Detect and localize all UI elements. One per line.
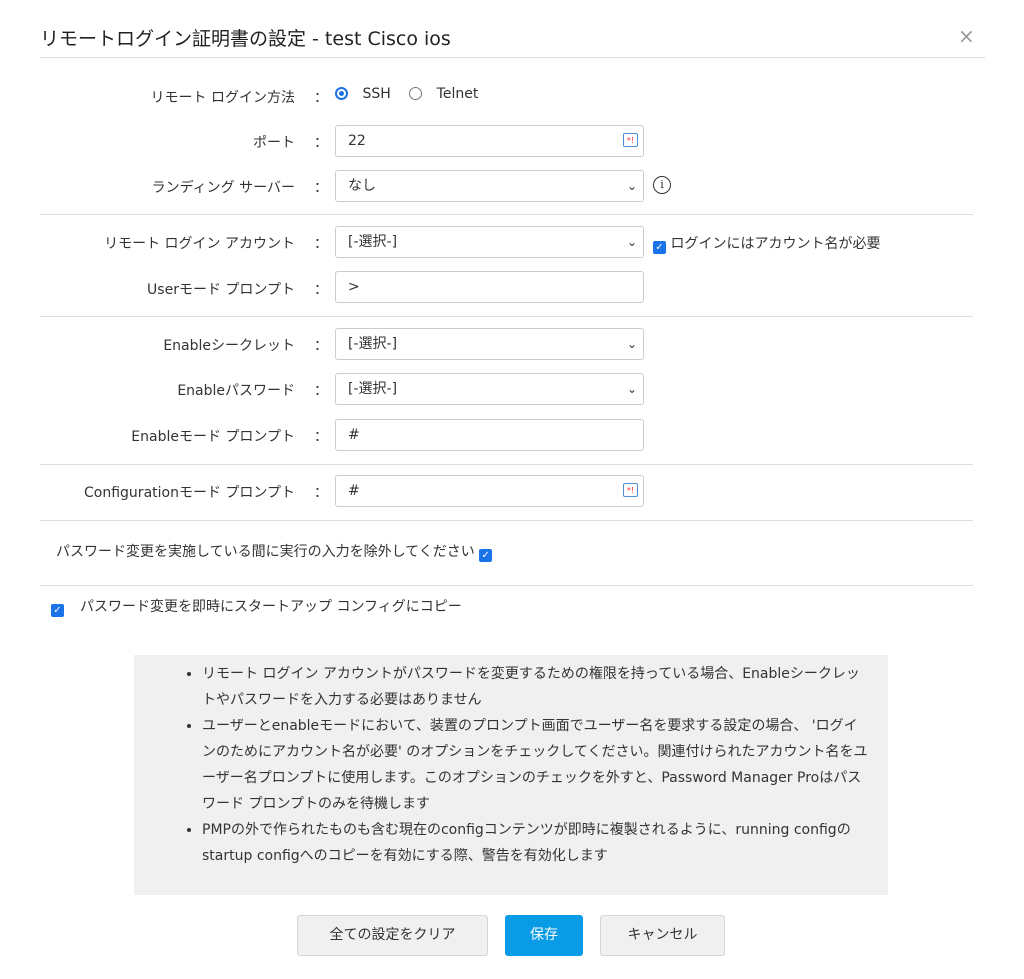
colon: ： [314,485,328,501]
copy-startup-checkbox[interactable]: ✓ [51,604,64,617]
config-prompt-value: # [348,483,360,499]
password-generator-icon[interactable]: *! [623,133,638,147]
secret-select[interactable]: [-選択-] ⌄ [335,328,644,360]
divider [40,316,973,317]
enable-prompt-value: # [348,427,360,443]
login-method-label: リモート ログイン方法 [150,90,295,106]
chevron-down-icon: ⌄ [626,235,637,249]
radio-ssh[interactable] [335,87,348,100]
user-prompt-input[interactable]: > [335,271,644,303]
copy-startup-label: パスワード変更を即時にスタートアップ コンフィグにコピー [80,599,462,615]
colon: ： [314,429,328,445]
colon: ： [314,383,328,399]
notes-box: リモート ログイン アカウントがパスワードを変更するための権限を持っている場合、… [134,655,888,895]
secret-label: Enableシークレット [163,338,295,354]
enable-password-label: Enableパスワード [177,383,295,399]
colon: ： [314,338,328,354]
port-value: 22 [348,133,366,149]
enable-prompt-input[interactable]: # [335,419,644,451]
port-input[interactable]: 22 *! [335,125,644,157]
note-item: ユーザーとenableモードにおいて、装置のプロンプト画面でユーザー名を要求する… [202,713,868,817]
secret-value: [-選択-] [348,336,398,352]
divider [40,464,973,465]
require-account-label: ログインにはアカウント名が必要 [670,236,881,252]
note-item: PMPの外で作られたものも含む現在のconfigコンテンツが即時に複製されるよう… [202,817,868,869]
login-method-radios: SSH Telnet [335,86,478,102]
landing-server-select[interactable]: なし ⌄ [335,170,644,202]
colon: ： [314,282,328,298]
radio-telnet-label[interactable]: Telnet [437,86,479,102]
user-prompt-value: > [348,279,360,295]
require-account-name: ✓ ログインにはアカウント名が必要 [653,233,880,254]
enable-password-value: [-選択-] [348,381,398,397]
exclude-input-checkbox[interactable]: ✓ [479,549,493,562]
copy-startup-option: ✓ パスワード変更を即時にスタートアップ コンフィグにコピー [51,596,462,617]
require-account-checkbox[interactable]: ✓ [653,241,666,254]
save-button[interactable]: 保存 [505,915,583,956]
config-prompt-label: Configurationモード プロンプト [84,485,295,501]
exclude-input-option: パスワード変更を実施している間に実行の入力を除外してください ✓ [56,541,493,562]
exclude-input-label: パスワード変更を実施している間に実行の入力を除外してください [56,544,475,560]
divider [40,520,973,521]
colon: ： [314,90,328,106]
colon: ： [314,236,328,252]
dialog-title: リモートログイン証明書の設定 - test Cisco ios [40,28,451,50]
close-icon[interactable]: × [958,24,975,48]
user-prompt-label: Userモード プロンプト [147,282,295,298]
port-label: ポート [253,135,295,151]
landing-server-value: なし [348,178,376,194]
radio-ssh-label[interactable]: SSH [362,86,390,102]
radio-telnet[interactable] [409,87,423,100]
account-label: リモート ログイン アカウント [104,236,295,252]
colon: ： [314,135,328,151]
clear-all-button[interactable]: 全ての設定をクリア [297,915,488,956]
divider [40,585,973,586]
account-value: [-選択-] [348,234,398,250]
divider [40,57,985,58]
landing-server-label: ランディング サーバー [151,180,295,196]
chevron-down-icon: ⌄ [626,337,637,351]
enable-password-select[interactable]: [-選択-] ⌄ [335,373,644,405]
enable-prompt-label: Enableモード プロンプト [131,429,295,445]
cancel-button[interactable]: キャンセル [600,915,725,956]
note-item: リモート ログイン アカウントがパスワードを変更するための権限を持っている場合、… [202,661,868,713]
divider [40,214,973,215]
config-prompt-input[interactable]: # *! [335,475,644,507]
account-select[interactable]: [-選択-] ⌄ [335,226,644,258]
chevron-down-icon: ⌄ [626,382,637,396]
password-generator-icon[interactable]: *! [623,483,638,497]
chevron-down-icon: ⌄ [626,179,637,193]
info-icon[interactable]: i [653,176,671,194]
colon: ： [314,180,328,196]
